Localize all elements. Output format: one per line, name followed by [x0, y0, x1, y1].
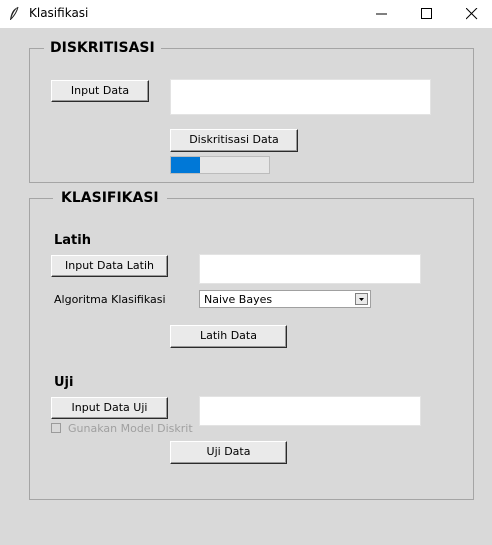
klasifikasi-group-title: KLASIFIKASI	[53, 190, 167, 206]
input-data-latih-button[interactable]: Input Data Latih	[51, 255, 168, 277]
window-title: Klasifikasi	[29, 6, 89, 20]
gunakan-model-diskrit-label: Gunakan Model Diskrit	[68, 422, 193, 435]
title-bar: Klasifikasi	[0, 0, 492, 28]
input-data-button[interactable]: Input Data	[51, 80, 149, 102]
uji-data-button[interactable]: Uji Data	[170, 441, 287, 464]
feather-icon	[8, 6, 20, 22]
gunakan-model-diskrit-checkbox[interactable]	[51, 423, 61, 433]
latih-data-button[interactable]: Latih Data	[170, 325, 287, 348]
data-uji-field[interactable]	[199, 396, 421, 426]
progress-fill	[171, 157, 201, 173]
close-icon	[466, 8, 478, 20]
chevron-down-icon[interactable]	[355, 293, 368, 305]
uji-section-label: Uji	[54, 375, 74, 390]
input-data-uji-button[interactable]: Input Data Uji	[51, 397, 168, 419]
diskritisasi-progress-bar	[170, 156, 270, 174]
diskritisasi-group-title: DISKRITISASI	[44, 40, 161, 56]
diskritisasi-data-button[interactable]: Diskritisasi Data	[170, 129, 298, 152]
algorithm-label: Algoritma Klasifikasi	[54, 293, 166, 306]
minimize-icon	[376, 13, 387, 15]
maximize-button[interactable]	[404, 0, 450, 28]
algorithm-select[interactable]: Naive Bayes	[199, 290, 371, 308]
maximize-icon	[421, 8, 432, 19]
input-data-field[interactable]	[170, 79, 431, 115]
close-button[interactable]	[449, 0, 492, 28]
minimize-button[interactable]	[359, 0, 405, 28]
algorithm-select-value: Naive Bayes	[204, 293, 273, 306]
latih-section-label: Latih	[54, 233, 91, 248]
data-latih-field[interactable]	[199, 254, 421, 284]
